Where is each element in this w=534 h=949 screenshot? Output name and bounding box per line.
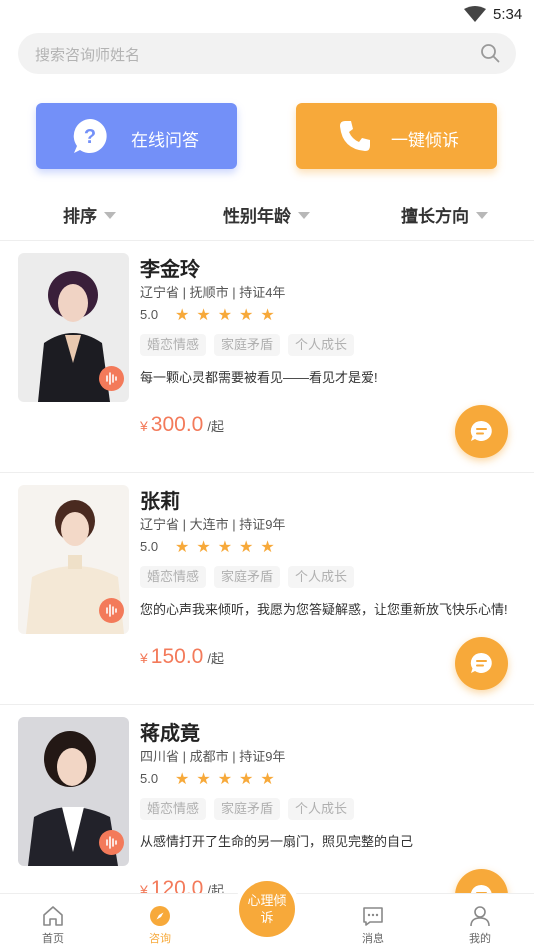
counselor-name: 蒋成竟 [140,723,200,745]
price-value: 150.0 [150,645,204,668]
chat-button[interactable] [455,405,508,458]
price-value: 300.0 [150,413,204,436]
tag: 家庭矛盾 [214,334,281,356]
compass-icon [150,906,170,926]
wifi-icon [464,6,486,22]
psych-talk-label: 心理倾诉 [239,881,295,937]
price-unit: /起 [207,651,224,666]
tab-home[interactable]: 首页 [13,894,93,949]
star-rating-icon: ★★★★★ [175,307,282,324]
tab-messages[interactable]: 消息 [333,894,413,949]
counselor-rating: 5.0 [140,307,159,322]
counselor-location: 辽宁省 | 抚顺市 | 持证4年 [140,285,286,300]
counselor-location: 四川省 | 成都市 | 持证9年 [140,749,286,764]
counselor-price: ¥ 300.0 /起 [140,413,224,437]
tag: 个人成长 [288,798,355,820]
price-unit: /起 [207,419,224,434]
counselor-price: ¥ 150.0 /起 [140,645,224,669]
filter-specialty-label: 擅长方向 [401,207,469,226]
one-click-talk-button[interactable]: 一键倾诉 [296,103,497,169]
online-qa-label: 在线问答 [131,131,199,150]
counselor-bio: 每一颗心灵都需要被看见——看见才是爱! [140,370,378,385]
counselor-bio: 您的心声我来倾听，我愿为您答疑解惑，让您重新放飞快乐心情! [140,602,508,617]
tag-list: 婚恋情感 家庭矛盾 个人成长 [140,798,355,820]
home-icon [43,906,63,926]
chat-bubble-icon [470,420,492,441]
tag: 婚恋情感 [140,798,207,820]
chat-button[interactable] [455,637,508,690]
search-icon[interactable] [480,43,500,63]
chat-bubble-icon [470,652,492,673]
counselor-name: 张莉 [140,491,180,513]
counselor-card[interactable]: 张莉 辽宁省 | 大连市 | 持证9年 5.0 ★★★★★ 婚恋情感 家庭矛盾 … [0,473,534,705]
currency-symbol: ¥ [140,418,148,434]
counselor-card[interactable]: 李金玲 辽宁省 | 抚顺市 | 持证4年 5.0 ★★★★★ 婚恋情感 家庭矛盾… [0,241,534,473]
filter-gender-age[interactable]: 性别年龄 [223,202,310,227]
tab-messages-label: 消息 [362,933,384,945]
search-input[interactable]: 搜索咨询师姓名 [18,33,516,74]
svg-text:?: ? [84,126,96,148]
voice-intro-icon[interactable] [99,598,124,623]
filter-sort[interactable]: 排序 [63,202,116,227]
filter-gender-age-label: 性别年龄 [223,207,291,226]
online-qa-button[interactable]: ? 在线问答 [36,103,237,169]
tag: 个人成长 [288,566,355,588]
user-icon [470,906,490,927]
tab-mine-label: 我的 [469,933,491,945]
tab-consult[interactable]: 咨询 [120,894,200,949]
tag: 婚恋情感 [140,334,207,356]
status-time: 5:34 [493,6,523,23]
psych-talk-center-button[interactable]: 心理倾诉 [234,876,300,942]
counselor-rating: 5.0 [140,539,159,554]
tag: 家庭矛盾 [214,798,281,820]
tag-list: 婚恋情感 家庭矛盾 个人成长 [140,566,355,588]
dropdown-triangle-icon [104,212,116,219]
counselor-name: 李金玲 [140,259,200,281]
counselor-location: 辽宁省 | 大连市 | 持证9年 [140,517,286,532]
phone-icon [340,121,370,151]
filter-specialty[interactable]: 擅长方向 [401,202,488,227]
tag: 个人成长 [288,334,355,356]
status-bar: 5:34 [0,0,534,30]
message-icon [363,907,383,926]
question-bubble-icon: ? [73,119,107,153]
tab-consult-label: 咨询 [149,933,171,945]
tag: 家庭矛盾 [214,566,281,588]
counselor-bio: 从感情打开了生命的另一扇门，照见完整的自己 [140,834,414,849]
voice-intro-icon[interactable] [99,366,124,391]
tab-home-label: 首页 [42,933,64,945]
one-click-talk-label: 一键倾诉 [391,131,459,150]
tag-list: 婚恋情感 家庭矛盾 个人成长 [140,334,355,356]
counselor-rating: 5.0 [140,771,159,786]
star-rating-icon: ★★★★★ [175,771,282,788]
tag: 婚恋情感 [140,566,207,588]
currency-symbol: ¥ [140,650,148,666]
voice-intro-icon[interactable] [99,830,124,855]
tab-mine[interactable]: 我的 [440,894,520,949]
dropdown-triangle-icon [476,212,488,219]
filter-sort-label: 排序 [63,207,97,226]
dropdown-triangle-icon [298,212,310,219]
search-placeholder: 搜索咨询师姓名 [35,47,141,64]
star-rating-icon: ★★★★★ [175,539,282,556]
